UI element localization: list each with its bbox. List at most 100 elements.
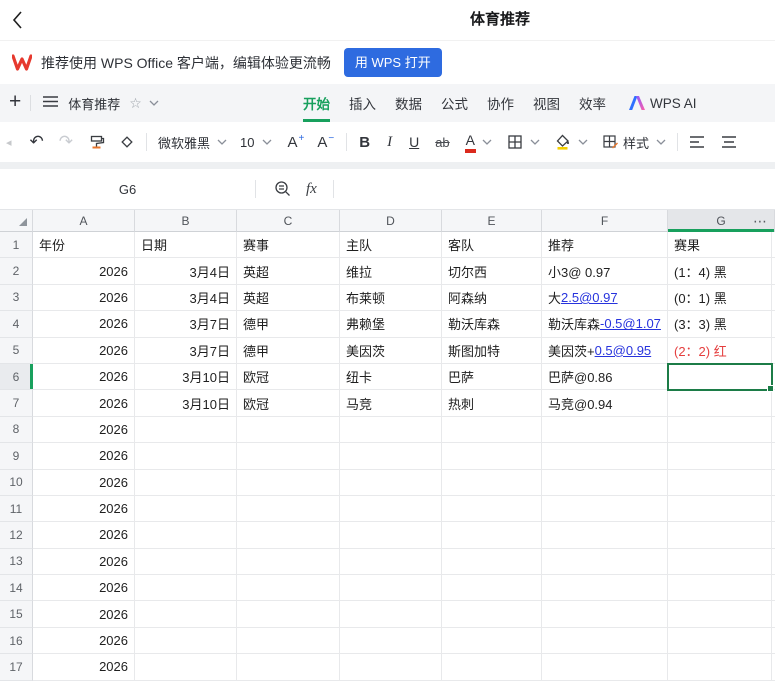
cell-D7[interactable]: 马竞 — [340, 390, 442, 417]
cell-E3[interactable]: 阿森纳 — [442, 284, 542, 312]
cell-F3[interactable]: 大 2.5@0.97 — [542, 284, 668, 312]
cell-B9[interactable] — [135, 443, 237, 470]
sheet-menu-button[interactable] — [43, 94, 59, 112]
cell-G12[interactable] — [668, 522, 772, 549]
cell-C5[interactable]: 德甲 — [237, 337, 340, 364]
tab-collaborate[interactable]: 协作 — [487, 84, 514, 122]
cell-E12[interactable] — [442, 522, 542, 549]
hyperlink[interactable]: 0.5@0.95 — [595, 343, 652, 358]
cell-G13[interactable] — [668, 548, 772, 576]
font-color-button[interactable]: A — [464, 132, 477, 153]
cell-F9[interactable] — [542, 443, 668, 470]
fill-color-button[interactable] — [554, 134, 571, 150]
cell-C2[interactable]: 英超 — [237, 258, 340, 285]
cell-reference-box[interactable]: G6 — [0, 182, 255, 197]
cell-A17[interactable]: 2026 — [33, 654, 135, 681]
cell-D9[interactable] — [340, 443, 442, 470]
cell-D14[interactable] — [340, 575, 442, 602]
strikethrough-button[interactable]: ab — [435, 135, 449, 150]
cell-F8[interactable] — [542, 416, 668, 444]
collapse-toolbar-icon[interactable]: ◂ — [6, 136, 12, 149]
cell-E14[interactable] — [442, 575, 542, 602]
italic-button[interactable]: I — [387, 134, 392, 151]
row-header-15[interactable]: 15 — [0, 601, 33, 628]
cell-E8[interactable] — [442, 416, 542, 444]
formula-input[interactable] — [333, 169, 775, 209]
font-size-select[interactable]: 10 — [240, 135, 254, 150]
cell-C11[interactable] — [237, 495, 340, 523]
row-header-9[interactable]: 9 — [0, 443, 33, 470]
cell-B6[interactable]: 3月10日 — [135, 363, 237, 391]
cell-A11[interactable]: 2026 — [33, 495, 135, 523]
cell-G2[interactable]: (1：4) 黑 — [668, 258, 772, 285]
cell-A4[interactable]: 2026 — [33, 311, 135, 338]
cell-C16[interactable] — [237, 627, 340, 655]
cell-G4[interactable]: (3：3) 黑 — [668, 311, 772, 338]
cell-E4[interactable]: 勒沃库森 — [442, 311, 542, 338]
cell-C15[interactable] — [237, 601, 340, 628]
cell-C17[interactable] — [237, 654, 340, 681]
cell-E17[interactable] — [442, 654, 542, 681]
cell-C8[interactable] — [237, 416, 340, 444]
sheet-name-label[interactable]: 体育推荐 — [68, 94, 120, 113]
cell-F13[interactable] — [542, 548, 668, 576]
font-color-dropdown[interactable] — [482, 139, 492, 145]
cell-F17[interactable] — [542, 654, 668, 681]
eraser-button[interactable] — [119, 134, 135, 150]
cell-B11[interactable] — [135, 495, 237, 523]
cell-A9[interactable]: 2026 — [33, 443, 135, 470]
increase-font-button[interactable]: A + — [288, 133, 305, 151]
redo-button[interactable]: ↷ — [59, 132, 73, 152]
cell-E6[interactable]: 巴萨 — [442, 363, 542, 391]
cell-A1[interactable]: 年份 — [33, 232, 135, 259]
cell-G17[interactable] — [668, 654, 772, 681]
cell-F2[interactable]: 小3@ 0.97 — [542, 258, 668, 285]
column-header-C[interactable]: C — [237, 210, 340, 232]
decrease-font-button[interactable]: A − — [317, 133, 334, 151]
cell-C12[interactable] — [237, 522, 340, 549]
cell-style-dropdown[interactable] — [656, 139, 666, 145]
cell-C9[interactable] — [237, 443, 340, 470]
cell-B2[interactable]: 3月4日 — [135, 258, 237, 285]
row-header-13[interactable]: 13 — [0, 548, 33, 576]
cell-C10[interactable] — [237, 469, 340, 496]
cell-D2[interactable]: 维拉 — [340, 258, 442, 285]
cell-B3[interactable]: 3月4日 — [135, 284, 237, 312]
cell-A5[interactable]: 2026 — [33, 337, 135, 364]
cell-B15[interactable] — [135, 601, 237, 628]
cell-F11[interactable] — [542, 495, 668, 523]
row-header-4[interactable]: 4 — [0, 311, 33, 338]
cell-C14[interactable] — [237, 575, 340, 602]
row-header-14[interactable]: 14 — [0, 575, 33, 602]
column-header-E[interactable]: E — [442, 210, 542, 232]
cell-C4[interactable]: 德甲 — [237, 311, 340, 338]
selected-cell-G6[interactable] — [667, 362, 774, 393]
cell-G14[interactable] — [668, 575, 772, 602]
cell-G5[interactable]: (2：2) 红 — [668, 337, 772, 364]
cell-F7[interactable]: 马竞@0.94 — [542, 390, 668, 417]
cell-F14[interactable] — [542, 575, 668, 602]
row-header-6[interactable]: 6 — [0, 363, 33, 391]
cell-D1[interactable]: 主队 — [340, 232, 442, 259]
row-header-12[interactable]: 12 — [0, 522, 33, 549]
cell-D13[interactable] — [340, 548, 442, 576]
column-header-D[interactable]: D — [340, 210, 442, 232]
cell-D4[interactable]: 弗赖堡 — [340, 311, 442, 338]
cell-B13[interactable] — [135, 548, 237, 576]
font-name-select[interactable]: 微软雅黑 — [158, 133, 210, 152]
format-painter-button[interactable] — [88, 134, 105, 151]
cell-B12[interactable] — [135, 522, 237, 549]
cell-A8[interactable]: 2026 — [33, 416, 135, 444]
cell-A12[interactable]: 2026 — [33, 522, 135, 549]
cell-A3[interactable]: 2026 — [33, 284, 135, 312]
cell-C6[interactable]: 欧冠 — [237, 363, 340, 391]
cell-D6[interactable]: 纽卡 — [340, 363, 442, 391]
cell-D16[interactable] — [340, 627, 442, 655]
cell-E13[interactable] — [442, 548, 542, 576]
cell-C13[interactable] — [237, 548, 340, 576]
cell-F6[interactable]: 巴萨@0.86 — [542, 363, 668, 391]
row-header-8[interactable]: 8 — [0, 416, 33, 444]
insert-function-button[interactable]: fx — [306, 181, 317, 198]
row-header-5[interactable]: 5 — [0, 337, 33, 364]
cell-E15[interactable] — [442, 601, 542, 628]
